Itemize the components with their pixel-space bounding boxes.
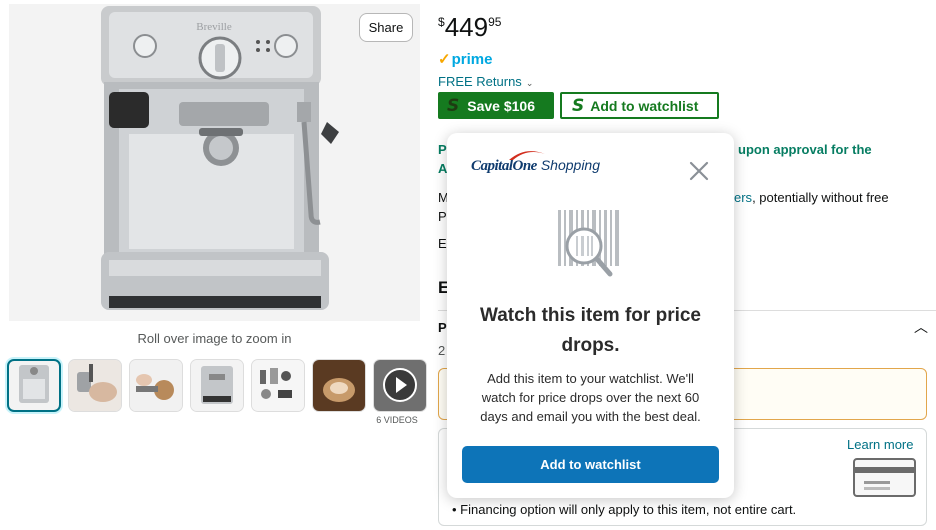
bg-text-fragment: A — [438, 161, 448, 176]
share-button[interactable]: Share — [359, 13, 413, 42]
bg-text-fragment: P — [438, 209, 447, 224]
chevron-down-icon: ⌄ — [525, 78, 534, 88]
capital-one-shopping-logo: CapitalOne Shopping — [471, 151, 601, 175]
financing-note-text: Financing option will only apply to this… — [460, 502, 797, 517]
thumbnail-video[interactable] — [373, 359, 427, 412]
popup-title: Watch this item for price drops. — [480, 305, 701, 356]
save-amount-label: Save $106 — [467, 97, 535, 114]
thumbnail-strip — [7, 359, 427, 412]
bg-link-fragment[interactable]: ers — [734, 190, 752, 205]
close-icon[interactable] — [687, 159, 711, 183]
financing-note: • Financing option will only apply to th… — [452, 502, 797, 517]
brand-mark: Breville — [196, 21, 232, 33]
popup-description: Add this item to your watchlist. We'll w… — [480, 371, 701, 424]
capital-one-watchlist-popup: CapitalOne Shopping Watch this item for … — [447, 133, 734, 498]
add-to-watchlist-button[interactable]: S Add to watchlist — [560, 92, 719, 119]
popup-add-to-watchlist-button[interactable]: Add to watchlist — [462, 446, 719, 483]
bg-text-fragment: E — [438, 236, 447, 251]
thumbnail-accessories[interactable] — [251, 359, 305, 412]
shopping-wordmark: Shopping — [540, 157, 601, 173]
prime-label: prime — [451, 50, 493, 68]
thumbnail-machine-side[interactable] — [190, 359, 244, 412]
thumbnail-machine-front[interactable] — [7, 359, 61, 412]
free-returns-link[interactable]: FREE Returns ⌄ — [438, 74, 533, 89]
learn-more-link[interactable]: Learn more — [847, 437, 913, 452]
price-fraction: 95 — [488, 15, 502, 29]
thumbnail-latte[interactable] — [312, 359, 366, 412]
price-whole: 449 — [444, 12, 489, 42]
chevron-up-icon[interactable]: ︿ — [914, 317, 928, 337]
prime-check-icon: ✓ — [438, 51, 451, 68]
videos-count-label: 6 VIDEOS — [376, 415, 418, 425]
add-to-watchlist-label: Add to watchlist — [590, 97, 699, 114]
save-amount-button[interactable]: S Save $106 — [438, 92, 554, 119]
zoom-hint: Roll over image to zoom in — [137, 331, 292, 346]
prime-badge: ✓ prime — [438, 50, 493, 69]
bg-text-fragment: , potentially without free — [752, 190, 889, 205]
credit-card-icon — [853, 458, 916, 497]
price-currency: $ — [438, 15, 445, 29]
shopping-s-icon: S — [572, 95, 585, 116]
bg-text-fragment: P — [438, 320, 447, 335]
bg-text-fragment: 2 — [438, 343, 446, 358]
thumbnail-tamping[interactable] — [129, 359, 183, 412]
bg-text-fragment: upon approval for the — [738, 142, 872, 157]
price: $44995 — [438, 12, 501, 43]
barcode-magnifier-icon — [558, 210, 619, 277]
thumbnail-milk-frothing[interactable] — [68, 359, 122, 412]
shopping-s-icon: S — [447, 95, 460, 116]
capital-one-swoosh-icon — [509, 151, 545, 160]
product-main-image[interactable]: Breville — [9, 4, 420, 321]
bg-text-fragment: P — [438, 142, 447, 157]
espresso-machine-image: Breville — [101, 6, 339, 310]
free-returns-label: FREE Returns — [438, 74, 522, 89]
